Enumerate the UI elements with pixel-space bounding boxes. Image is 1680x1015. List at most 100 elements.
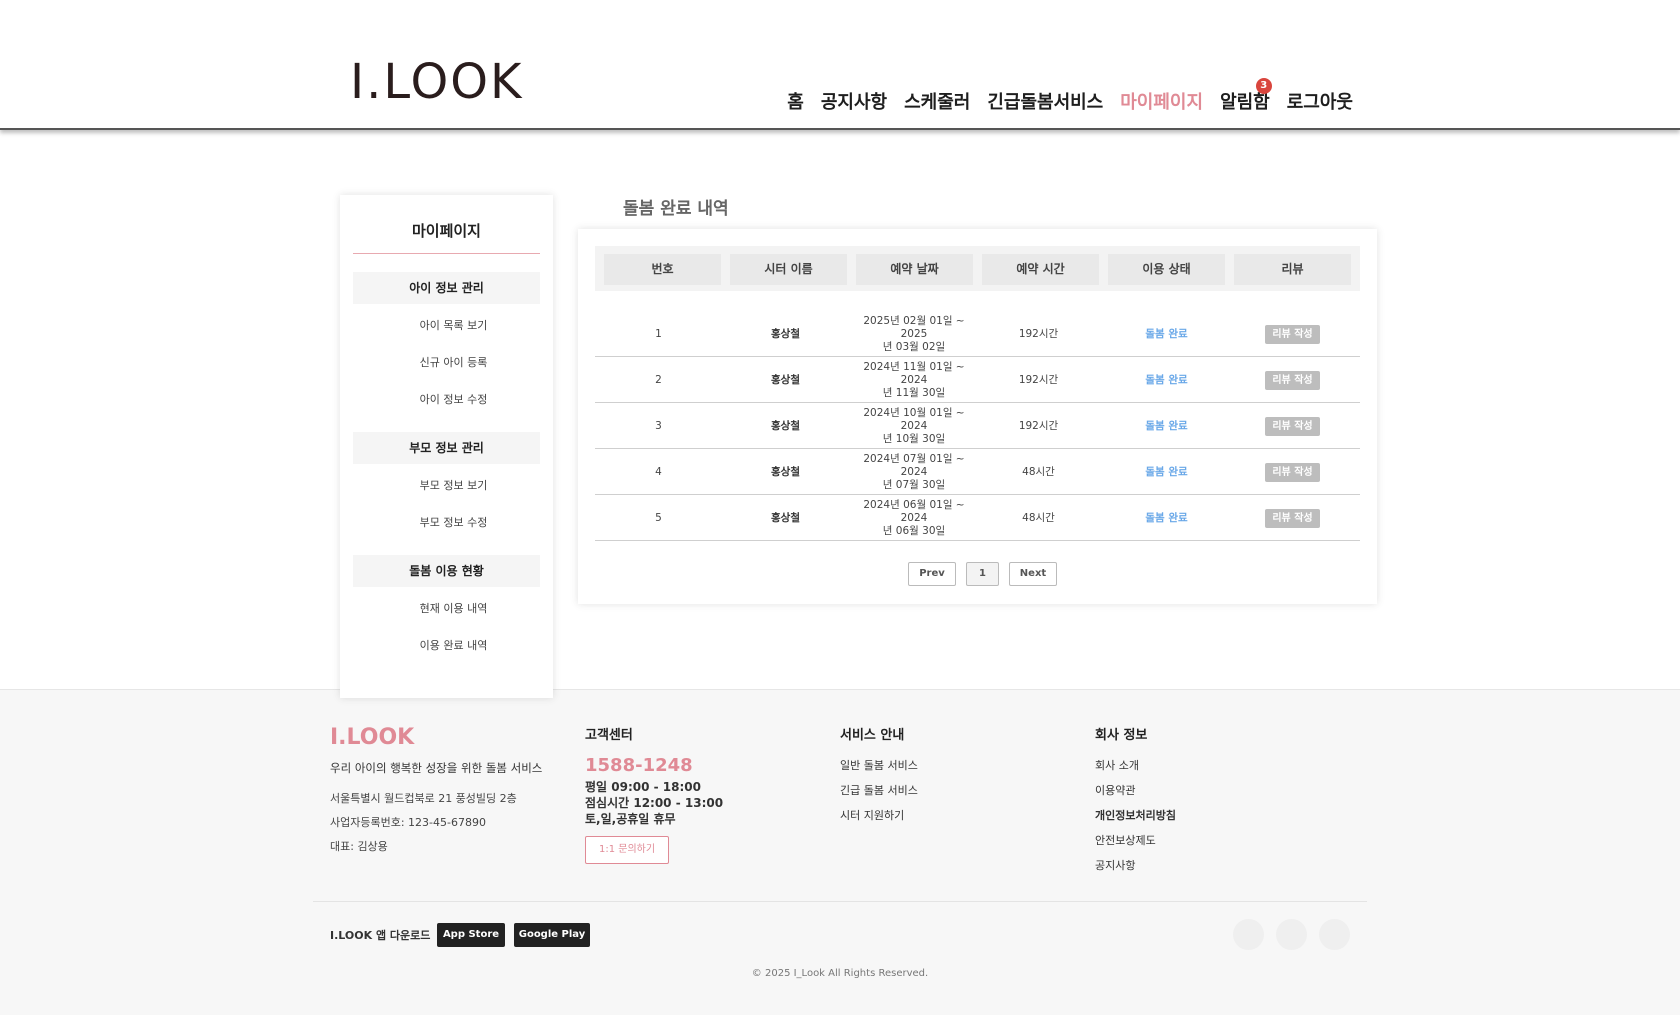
footer-link-terms[interactable]: 이용약관: [1095, 782, 1176, 798]
write-review-button[interactable]: 리뷰 작성: [1265, 416, 1320, 436]
footer-link-about[interactable]: 회사 소개: [1095, 757, 1176, 773]
cell-sitter: 홍상철: [771, 419, 800, 432]
date-line: 2025년 02월 01일 ~ 2025: [863, 314, 965, 340]
support-hours-holiday: 토,일,공휴일 휴무: [585, 812, 676, 826]
mypage-sidebar: 마이페이지 아이 정보 관리 아이 목록 보기 신규 아이 등록 아이 정보 수…: [340, 195, 553, 698]
cell-sitter: 홍상철: [771, 373, 800, 386]
services-title: 서비스 안내: [840, 728, 905, 743]
nav-scheduler[interactable]: 스케줄러: [904, 88, 970, 114]
cell-review: 리뷰 작성: [1234, 403, 1351, 449]
column-header-sitter: 시터 이름: [730, 254, 847, 285]
sidebar-title: 마이페이지: [353, 220, 540, 254]
sidebar-item-current-usage[interactable]: 현재 이용 내역: [340, 590, 553, 627]
sidebar-item-child-edit[interactable]: 아이 정보 수정: [340, 381, 553, 418]
date-line: 2024년 06월 01일 ~ 2024: [863, 498, 965, 524]
nav-label: 로그아웃: [1286, 92, 1353, 113]
site-header: I.LOOK 홈 공지사항 스케줄러 긴급돌봄서비스 마이페이지 알림함 3 로…: [0, 0, 1680, 130]
notification-count-badge: 3: [1255, 78, 1272, 94]
footer-link-notice[interactable]: 공지사항: [1095, 857, 1176, 873]
nav-home[interactable]: 홈: [787, 88, 804, 114]
sidebar-item-parent-view[interactable]: 부모 정보 보기: [340, 467, 553, 504]
sidebar-item-child-register[interactable]: 신규 아이 등록: [340, 344, 553, 381]
google-play-button[interactable]: Google Play: [514, 923, 590, 947]
footer-link-sitter-apply[interactable]: 시터 지원하기: [840, 807, 918, 823]
nav-emergency-care[interactable]: 긴급돌봄서비스: [987, 88, 1103, 114]
site-footer: I.LOOK 우리 아이의 행복한 성장을 위한 돌봄 서비스 서울특별시 월드…: [0, 689, 1680, 1015]
cell-date: 2024년 10월 01일 ~ 2024 년 10월 30일: [853, 403, 975, 449]
date-line: 년 10월 30일: [882, 432, 946, 445]
sidebar-group-parent: 부모 정보 관리: [353, 432, 540, 464]
footer-link-emergency-care[interactable]: 긴급 돌봄 서비스: [840, 782, 918, 798]
cell-status: 돌봄 완료: [1145, 327, 1188, 340]
column-header-status: 이용 상태: [1108, 254, 1225, 285]
app-store-button[interactable]: App Store: [437, 923, 505, 947]
footer-biz-number: 사업자등록번호: 123-45-67890: [330, 816, 486, 829]
footer-address: 서울특별시 월드컵북로 21 풍성빌딩 2층: [330, 792, 517, 805]
social-icon[interactable]: [1233, 919, 1264, 950]
company-title: 회사 정보: [1095, 728, 1148, 743]
logo[interactable]: I.LOOK: [350, 54, 523, 110]
nav-notifications[interactable]: 알림함 3: [1220, 78, 1272, 114]
support-phone: 1588-1248: [585, 755, 693, 776]
nav-logout[interactable]: 로그아웃: [1287, 88, 1353, 114]
date-line: 2024년 07월 01일 ~ 2024: [863, 452, 965, 478]
nav-label: 마이페이지: [1120, 92, 1204, 113]
page-title: 돌봄 완료 내역: [623, 199, 729, 219]
date-line: 2024년 11월 01일 ~ 2024: [863, 360, 965, 386]
footer-link-general-care[interactable]: 일반 돌봄 서비스: [840, 757, 918, 773]
table-row: 2 홍상철 2024년 11월 01일 ~ 2024 년 11월 30일 192시…: [595, 357, 1360, 403]
footer-services-column: 서비스 안내 일반 돌봄 서비스 긴급 돌봄 서비스 시터 지원하기: [840, 724, 918, 823]
table-header: 번호 시터 이름 예약 날짜 예약 시간 이용 상태 리뷰: [595, 246, 1360, 291]
cell-date: 2025년 02월 01일 ~ 2025 년 03월 02일: [853, 311, 975, 357]
table-row: 3 홍상철 2024년 10월 01일 ~ 2024 년 10월 30일 192시…: [595, 403, 1360, 449]
cell-sitter: 홍상철: [771, 511, 800, 524]
column-header-time: 예약 시간: [982, 254, 1099, 285]
sidebar-item-completed-usage[interactable]: 이용 완료 내역: [340, 627, 553, 664]
table-row: 1 홍상철 2025년 02월 01일 ~ 2025 년 03월 02일 192시…: [595, 311, 1360, 357]
footer-link-privacy[interactable]: 개인정보처리방침: [1095, 807, 1176, 823]
write-review-button[interactable]: 리뷰 작성: [1265, 370, 1320, 390]
cell-number: 1: [655, 327, 662, 340]
completed-care-panel: 번호 시터 이름 예약 날짜 예약 시간 이용 상태 리뷰 1 홍상철 2025…: [578, 229, 1377, 604]
sidebar-group-care-usage: 돌봄 이용 현황: [353, 555, 540, 587]
inquiry-button[interactable]: 1:1 문의하기: [585, 836, 670, 864]
footer-divider: [313, 901, 1367, 902]
cell-time: 192시간: [1018, 327, 1059, 340]
cell-time: 48시간: [1022, 511, 1055, 524]
footer-link-safety[interactable]: 안전보상제도: [1095, 832, 1176, 848]
next-page-button[interactable]: Next: [1009, 562, 1057, 586]
prev-page-button[interactable]: Prev: [908, 562, 956, 586]
column-header-review: 리뷰: [1234, 254, 1351, 285]
nav-label: 스케줄러: [904, 92, 971, 113]
page-number-button[interactable]: 1: [966, 562, 999, 586]
cell-date: 2024년 06월 01일 ~ 2024 년 06월 30일: [853, 495, 975, 541]
nav-label: 홈: [787, 92, 804, 113]
write-review-button[interactable]: 리뷰 작성: [1265, 508, 1320, 528]
date-line: 년 03월 02일: [882, 340, 946, 353]
table-row: 4 홍상철 2024년 07월 01일 ~ 2024 년 07월 30일 48시간…: [595, 449, 1360, 495]
nav-notice[interactable]: 공지사항: [821, 88, 887, 114]
date-line: 년 07월 30일: [882, 478, 946, 491]
cell-review: 리뷰 작성: [1234, 449, 1351, 495]
write-review-button[interactable]: 리뷰 작성: [1265, 324, 1320, 344]
social-icon[interactable]: [1276, 919, 1307, 950]
write-review-button[interactable]: 리뷰 작성: [1265, 462, 1320, 482]
nav-mypage[interactable]: 마이페이지: [1120, 88, 1203, 114]
cell-review: 리뷰 작성: [1234, 495, 1351, 541]
sidebar-item-parent-edit[interactable]: 부모 정보 수정: [340, 504, 553, 541]
cell-time: 192시간: [1018, 373, 1059, 386]
cell-review: 리뷰 작성: [1234, 311, 1351, 357]
sidebar-item-child-list[interactable]: 아이 목록 보기: [340, 307, 553, 344]
cell-status: 돌봄 완료: [1145, 511, 1188, 524]
footer-logo[interactable]: I.LOOK: [330, 725, 542, 750]
cell-number: 2: [655, 373, 662, 386]
cell-number: 3: [655, 419, 662, 432]
main-nav: 홈 공지사항 스케줄러 긴급돌봄서비스 마이페이지 알림함 3 로그아웃: [787, 78, 1353, 114]
cell-status: 돌봄 완료: [1145, 419, 1188, 432]
nav-label: 알림함: [1220, 92, 1270, 113]
support-title: 고객센터: [585, 728, 633, 743]
social-icon[interactable]: [1319, 919, 1350, 950]
cell-number: 4: [655, 465, 662, 478]
cell-review: 리뷰 작성: [1234, 357, 1351, 403]
cell-number: 5: [655, 511, 662, 524]
